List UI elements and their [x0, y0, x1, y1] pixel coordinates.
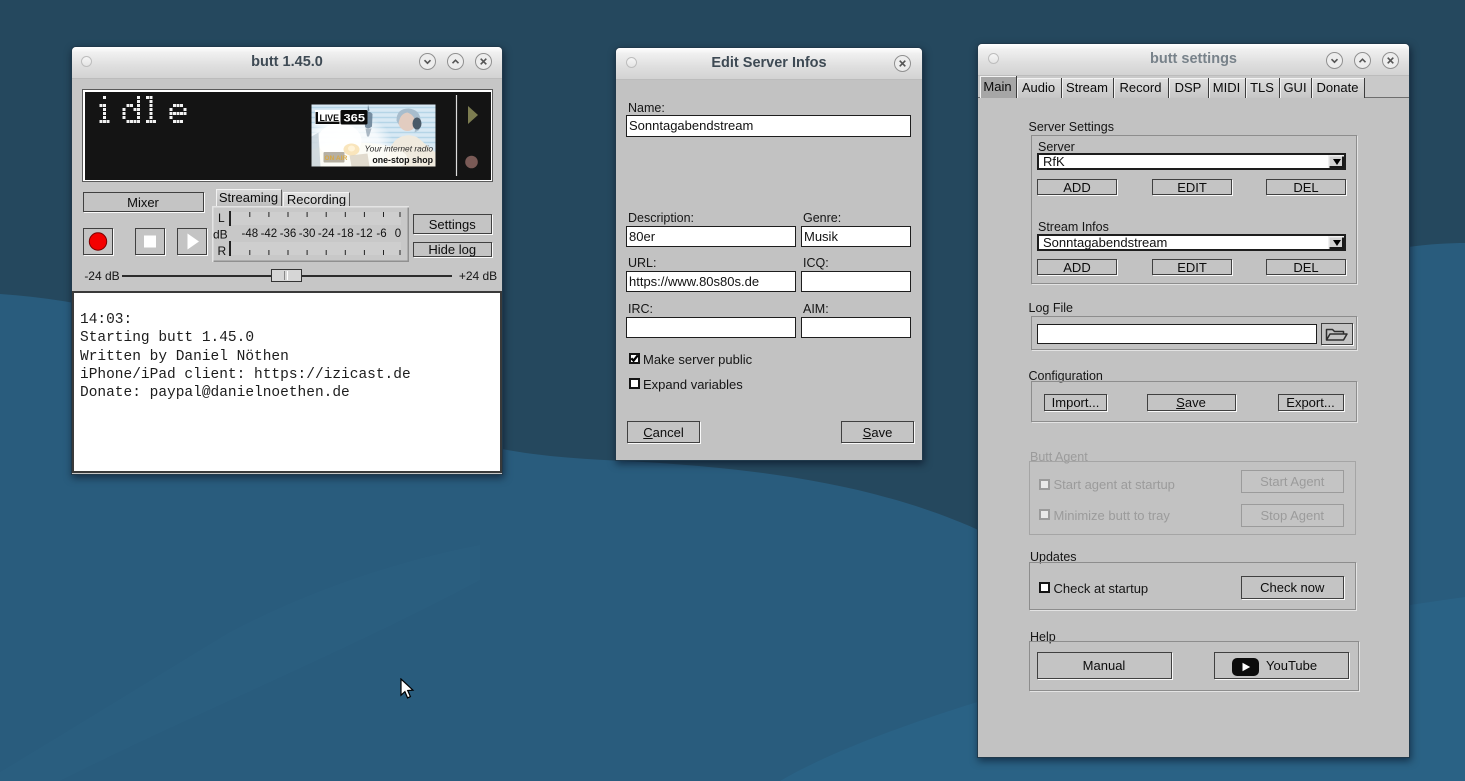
svg-text:-24: -24	[318, 228, 335, 240]
svg-text:-48: -48	[241, 228, 258, 240]
svg-text:-18: -18	[337, 228, 354, 240]
svg-text:one-stop shop: one-stop shop	[372, 155, 433, 165]
svg-text:dB: dB	[213, 228, 228, 242]
svg-text:-12: -12	[356, 228, 373, 240]
svg-text:-30: -30	[299, 228, 316, 240]
svg-text:R: R	[218, 244, 227, 258]
svg-text:LIVE: LIVE	[320, 113, 340, 124]
svg-text:0: 0	[395, 228, 401, 240]
svg-text:Your internet radio: Your internet radio	[365, 144, 434, 154]
svg-text:-6: -6	[376, 228, 386, 240]
svg-text:-36: -36	[280, 228, 297, 240]
svg-text:-42: -42	[261, 228, 278, 240]
svg-text:365: 365	[344, 113, 366, 125]
svg-text:L: L	[218, 211, 225, 225]
svg-text:ON AIR: ON AIR	[325, 155, 348, 162]
